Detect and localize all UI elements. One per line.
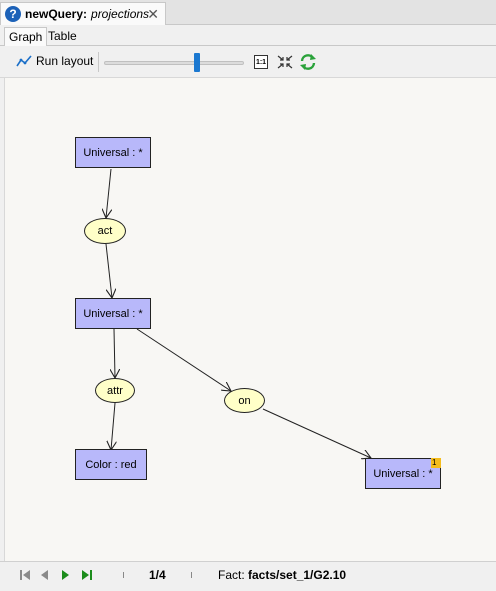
status-bar: 1/4 Fact: facts/set_1/G2.10 (0, 561, 496, 591)
edge-r3-n4 (262, 408, 371, 458)
edge-r2-n3 (111, 402, 115, 450)
concept-node[interactable]: Universal : * (75, 298, 151, 329)
tab-graph[interactable]: Graph (4, 27, 48, 47)
status-divider (191, 572, 192, 578)
help-icon: ? (5, 6, 21, 22)
editor-tab-title: newQuery: (25, 7, 88, 21)
run-layout-label: Run layout (36, 54, 94, 68)
page-indicator: 1/4 (149, 568, 166, 582)
run-layout-icon (16, 55, 32, 67)
zoom-slider-thumb[interactable] (194, 53, 200, 72)
first-page-icon[interactable] (18, 568, 32, 582)
fact-value: facts/set_1/G2.10 (248, 568, 347, 582)
run-layout-button[interactable]: Run layout (16, 54, 93, 68)
last-page-icon[interactable] (80, 568, 94, 582)
zoom-slider-track[interactable] (104, 61, 244, 65)
graph-toolbar: Run layout 1:1 (0, 46, 496, 78)
fact-label: Fact: (218, 568, 245, 582)
status-divider (123, 572, 124, 578)
edge-n1-r1 (106, 168, 111, 218)
next-page-icon[interactable] (58, 568, 72, 582)
editor-tab-subtitle: projections (91, 7, 150, 21)
relation-node[interactable]: on (224, 388, 265, 413)
edge-n2-r3 (136, 328, 231, 391)
previous-page-icon[interactable] (38, 568, 52, 582)
fit-to-view-icon[interactable] (276, 54, 294, 70)
editor-tab-newquery[interactable]: ? newQuery: projections ✕ (0, 2, 166, 25)
concept-node[interactable]: Universal : * (75, 137, 151, 168)
fact-indicator: Fact: facts/set_1/G2.10 (218, 568, 346, 582)
concept-node[interactable]: Color : red (75, 449, 147, 480)
tab-table[interactable]: Table (44, 27, 81, 46)
concept-node[interactable]: Universal : * (365, 458, 441, 489)
graph-canvas[interactable]: Universal : * act Universal : * attr on … (4, 78, 496, 561)
relation-node[interactable]: act (84, 218, 126, 244)
zoom-1to1-icon[interactable]: 1:1 (254, 55, 268, 69)
view-tabs: Graph Table (0, 25, 496, 47)
node-count-badge: 1 (431, 458, 441, 468)
refresh-icon[interactable] (298, 52, 318, 72)
relation-node[interactable]: attr (95, 378, 135, 403)
close-tab-icon[interactable]: ✕ (147, 6, 159, 23)
edge-n2-r2 (114, 328, 115, 378)
editor-tab-bar: ? newQuery: projections ✕ (0, 0, 496, 25)
edge-r1-n2 (105, 243, 112, 298)
toolbar-separator (98, 52, 99, 72)
